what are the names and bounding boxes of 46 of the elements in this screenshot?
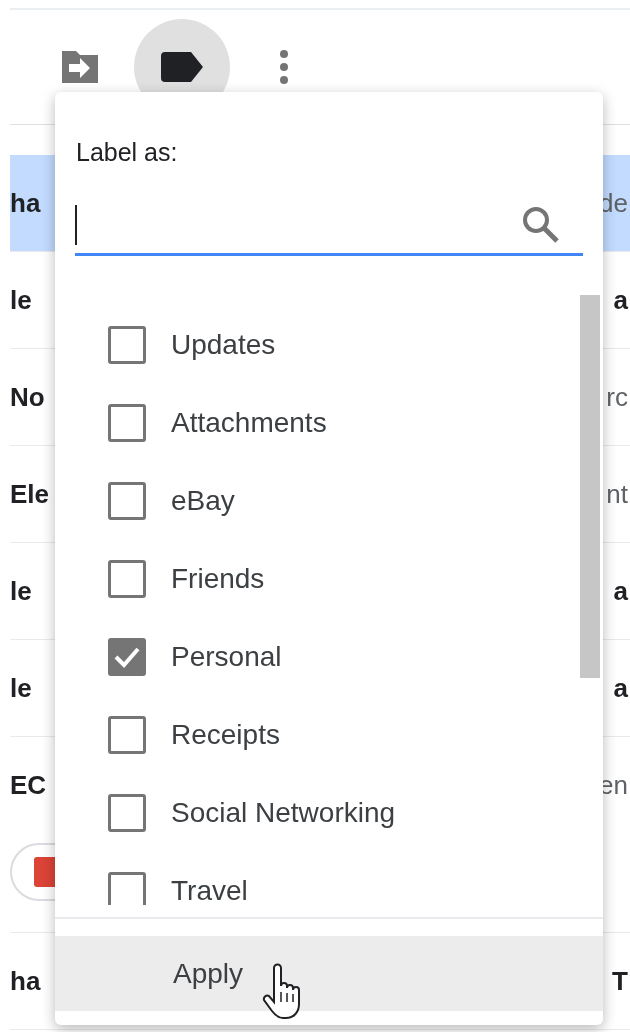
snippet-text: nt [606,478,628,510]
subject-text: a [613,284,628,316]
sender-text: EC [10,769,47,801]
label-option[interactable]: Travel [55,852,603,905]
label-icon [161,52,203,82]
label-name: Receipts [171,719,280,751]
label-name: Updates [171,329,276,361]
search-icon [521,205,561,245]
subject-text: a [613,575,628,607]
label-name: Personal [171,641,282,673]
checkbox[interactable] [108,638,146,676]
label-option[interactable]: Friends [55,540,603,618]
snippet-text: rc [606,381,628,413]
label-name: Friends [171,563,265,595]
checkbox[interactable] [108,482,146,520]
scrollbar-thumb[interactable] [580,295,600,678]
folder-arrow-icon [60,49,100,85]
sender-text: Ele [10,478,50,510]
label-name: Travel [171,875,248,905]
label-name: eBay [171,485,235,517]
sender-text: No [10,381,45,413]
more-icon [279,50,289,84]
apply-button[interactable]: Apply [55,936,603,1011]
sender-text: le [10,284,32,316]
checkbox[interactable] [108,560,146,598]
subject-text: T [612,965,628,997]
label-option[interactable]: Social Networking [55,774,603,852]
label-option[interactable]: eBay [55,462,603,540]
check-icon [114,646,140,668]
checkbox[interactable] [108,404,146,442]
sender-text: le [10,672,32,704]
label-name: Attachments [171,407,327,439]
sender-text: ha [10,187,41,219]
label-name: Social Networking [171,797,396,829]
checkbox[interactable] [108,794,146,832]
subject-text: a [613,672,628,704]
menu-title: Label as: [76,138,179,168]
label-option[interactable]: Updates [55,306,603,384]
checkbox[interactable] [108,716,146,754]
label-option[interactable]: Personal [55,618,603,696]
sender-text: le [10,575,32,607]
sender-text: ha [10,965,41,997]
label-option[interactable]: Attachments [55,384,603,462]
checkbox[interactable] [108,872,146,905]
label-option[interactable]: Receipts [55,696,603,774]
checkbox[interactable] [108,326,146,364]
